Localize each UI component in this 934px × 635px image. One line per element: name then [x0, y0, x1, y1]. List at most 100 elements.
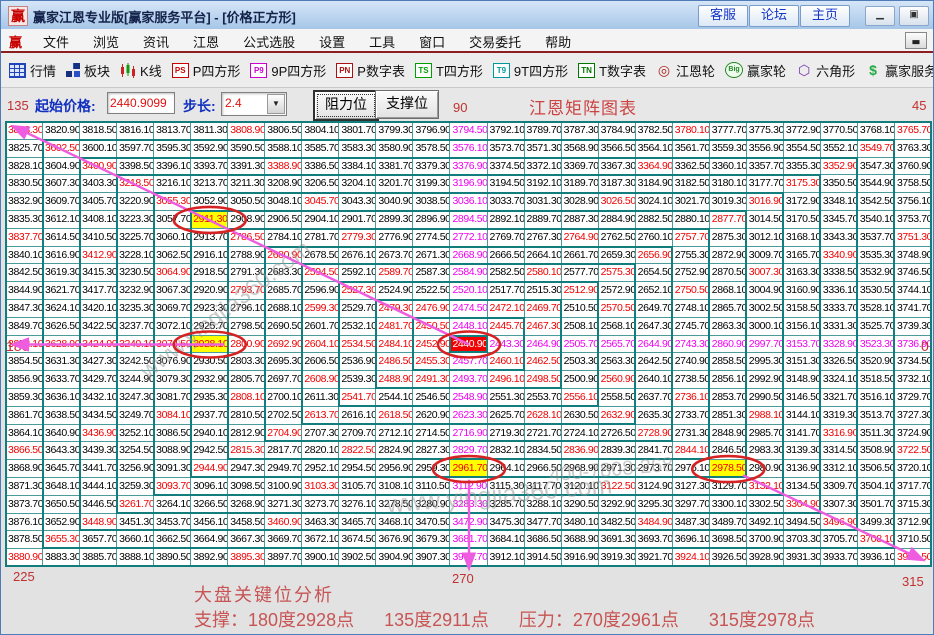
grid-cell[interactable]: 3206.50 [302, 175, 340, 194]
grid-cell[interactable]: 3134.50 [783, 477, 821, 496]
grid-cell[interactable]: 3031.30 [524, 193, 562, 211]
grid-cell[interactable]: 2467.30 [524, 317, 562, 336]
grid-cell[interactable]: 2563.30 [598, 353, 636, 372]
grid-cell[interactable]: 3926.50 [709, 549, 747, 567]
grid-cell[interactable]: 3026.50 [598, 193, 636, 211]
grid-cell[interactable]: 3043.30 [339, 193, 377, 211]
grid-cell[interactable]: 3048.10 [265, 193, 303, 211]
grid-cell[interactable]: 3024.10 [635, 193, 673, 211]
grid-cell[interactable]: 3607.30 [43, 175, 81, 194]
grid-cell[interactable]: 2716.90 [450, 424, 488, 443]
grid-cell[interactable]: 3633.70 [43, 371, 81, 389]
grid-cell[interactable]: 3259.30 [117, 477, 155, 496]
grid-cell[interactable]: 3729.70 [894, 388, 932, 407]
grid-cell[interactable]: 2882.50 [635, 210, 673, 229]
grid-cell[interactable]: 3892.90 [191, 549, 229, 567]
grid-cell[interactable]: 2810.50 [228, 406, 266, 425]
grid-cell[interactable]: 3530.50 [857, 282, 895, 300]
grid-cell[interactable]: 2745.70 [672, 317, 710, 336]
grid-cell[interactable]: 3386.50 [302, 157, 340, 176]
grid-cell[interactable]: 2755.30 [672, 246, 710, 265]
grid-cell[interactable]: 3820.90 [43, 122, 81, 140]
grid-cell[interactable]: 2834.50 [524, 442, 562, 461]
grid-cell[interactable]: 3338.50 [820, 264, 858, 283]
grid-cell[interactable]: 3585.70 [302, 139, 340, 158]
grid-cell[interactable]: 3180.10 [709, 175, 747, 194]
grid-cell[interactable]: 3432.10 [80, 388, 118, 407]
grid-cell[interactable]: 3036.10 [450, 193, 488, 211]
grid-cell[interactable]: 3710.50 [894, 531, 932, 550]
grid-cell[interactable]: 2743.30 [672, 335, 710, 354]
grid-cell[interactable]: 3496.90 [820, 513, 858, 532]
grid-cell[interactable]: 2472.10 [487, 299, 525, 318]
grid-cell[interactable]: 3441.70 [80, 460, 118, 478]
grid-cell[interactable]: 2944.90 [191, 460, 229, 478]
grid-cell[interactable]: 2844.10 [672, 442, 710, 461]
grid-cell[interactable]: 3172.90 [783, 193, 821, 211]
grid-cell[interactable]: 2592.10 [339, 264, 377, 283]
grid-cell[interactable]: 2952.10 [302, 460, 340, 478]
grid-cell[interactable]: 3494.50 [783, 513, 821, 532]
grid-cell[interactable]: 3537.70 [857, 228, 895, 247]
grid-cell[interactable]: 2892.10 [487, 210, 525, 229]
grid-cell[interactable]: 2611.30 [302, 388, 340, 407]
grid-cell[interactable]: 3907.30 [413, 549, 451, 567]
grid-cell[interactable]: 2587.30 [413, 264, 451, 283]
grid-cell[interactable]: 3638.50 [43, 406, 81, 425]
grid-cell[interactable]: 2805.70 [228, 371, 266, 389]
toolbar-item-dollar-13[interactable]: $ 赢家服务 [865, 61, 933, 80]
grid-cell[interactable]: 3127.30 [672, 477, 710, 496]
grid-cell[interactable]: 3223.30 [117, 210, 155, 229]
grid-cell[interactable]: 2568.10 [598, 317, 636, 336]
grid-cell[interactable]: 3626.50 [43, 317, 81, 336]
grid-cell[interactable]: 3038.50 [413, 193, 451, 211]
grid-cell[interactable]: 3621.70 [43, 282, 81, 300]
grid-cell[interactable]: 3244.90 [117, 371, 155, 389]
grid-cell[interactable]: 3660.10 [117, 531, 155, 550]
grid-cell[interactable]: 2649.70 [635, 299, 673, 318]
grid-cell[interactable]: 3050.50 [228, 193, 266, 211]
menu-item-4[interactable]: 江恩 [181, 29, 231, 51]
grid-cell[interactable]: 3232.90 [117, 282, 155, 300]
grid-cell[interactable]: 2884.90 [598, 210, 636, 229]
grid-cell[interactable]: 3511.30 [857, 424, 895, 443]
grid-cell[interactable]: 3300.10 [709, 495, 747, 514]
grid-cell[interactable]: 3403.30 [80, 175, 118, 194]
grid-cell[interactable]: 3391.30 [228, 157, 266, 176]
grid-cell[interactable]: 3096.10 [191, 477, 229, 496]
grid-cell[interactable]: 3648.10 [43, 477, 81, 496]
grid-cell[interactable]: 3573.70 [487, 139, 525, 158]
grid-cell[interactable]: 2968.90 [561, 460, 599, 478]
menu-item-2[interactable]: 浏览 [81, 29, 131, 51]
grid-cell[interactable]: 3698.50 [709, 531, 747, 550]
grid-cell[interactable]: 3309.70 [820, 477, 858, 496]
grid-cell[interactable]: 2644.90 [635, 335, 673, 354]
grid-cell[interactable]: 3489.70 [709, 513, 747, 532]
grid-cell[interactable]: 3662.50 [154, 531, 192, 550]
grid-cell[interactable]: 3355.30 [783, 157, 821, 176]
grid-cell[interactable]: 3880.90 [6, 549, 44, 567]
grid-cell[interactable]: 2889.70 [524, 210, 562, 229]
grid-cell[interactable]: 2544.10 [376, 388, 414, 407]
grid-cell[interactable]: 3115.30 [487, 477, 525, 496]
grid-cell[interactable]: 2443.30 [487, 335, 525, 354]
grid-cell[interactable]: 2901.70 [339, 210, 377, 229]
grid-cell[interactable]: 3040.90 [376, 193, 414, 211]
grid-cell[interactable]: 2529.70 [339, 299, 377, 318]
grid-cell[interactable]: 3772.90 [783, 122, 821, 140]
grid-cell[interactable]: 3448.90 [80, 513, 118, 532]
grid-cell[interactable]: 2623.30 [450, 406, 488, 425]
grid-cell[interactable]: 3360.10 [709, 157, 747, 176]
grid-cell[interactable]: 3739.30 [894, 317, 932, 336]
grid-cell[interactable]: 3840.10 [6, 246, 44, 265]
grid-cell[interactable]: 2608.90 [302, 371, 340, 389]
grid-cell[interactable]: 2541.70 [339, 388, 377, 407]
grid-cell[interactable]: 2486.50 [376, 353, 414, 372]
toolbar-item-wheel-10[interactable]: ◎ 江恩轮 [656, 61, 715, 80]
grid-cell[interactable]: 2479.30 [376, 299, 414, 318]
grid-cell[interactable]: 2913.70 [191, 228, 229, 247]
grid-cell[interactable]: 2572.90 [598, 282, 636, 300]
grid-cell[interactable]: 3420.10 [80, 299, 118, 318]
grid-cell[interactable]: 3818.50 [80, 122, 118, 140]
grid-cell[interactable]: 3667.30 [228, 531, 266, 550]
